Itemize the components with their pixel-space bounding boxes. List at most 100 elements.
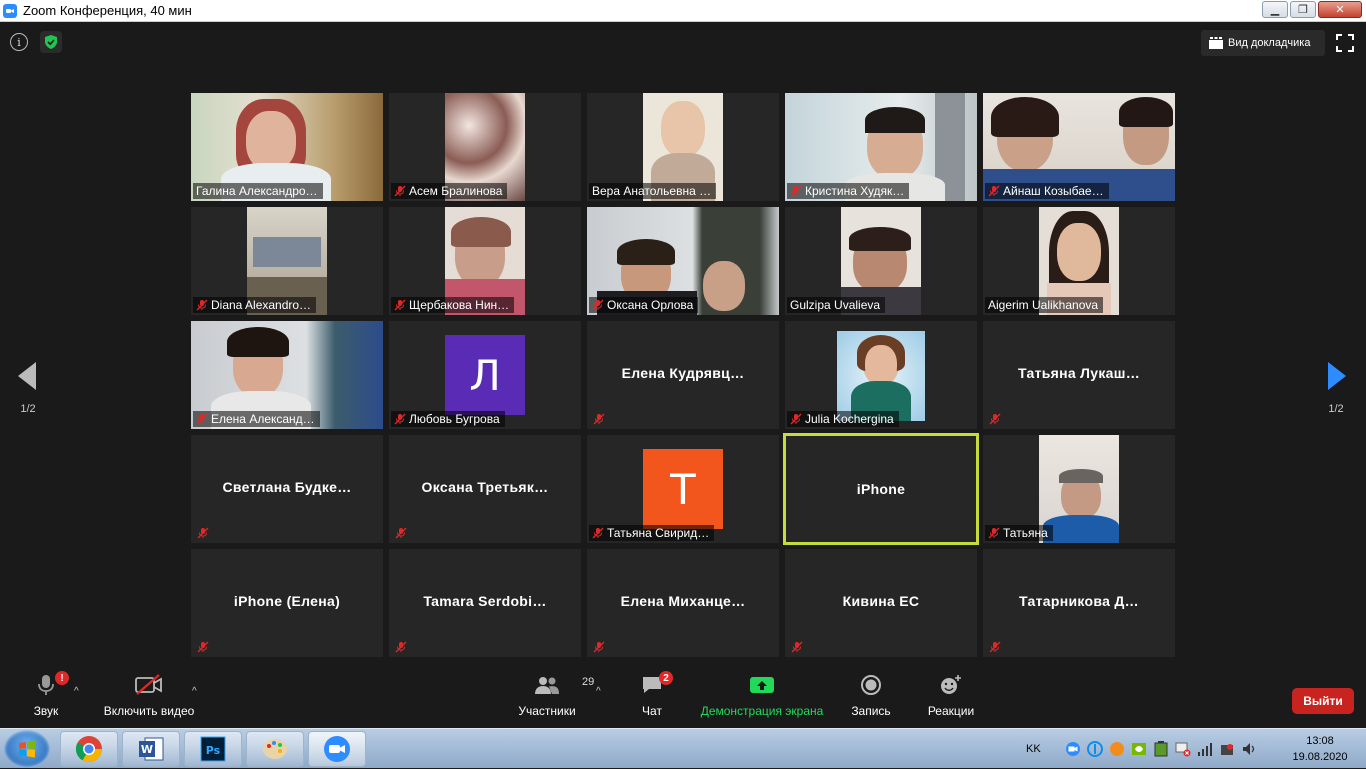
- speaker-view-icon: [1209, 37, 1223, 49]
- signal-tray-icon[interactable]: [1197, 741, 1213, 757]
- svg-text:W: W: [141, 743, 153, 756]
- taskbar-paint[interactable]: [246, 731, 304, 767]
- security-tray-icon[interactable]: [1219, 741, 1235, 757]
- audio-options-caret[interactable]: ^: [74, 686, 79, 697]
- chat-button[interactable]: 2 Чат: [636, 668, 673, 728]
- participant-name: Елена Миханце…: [620, 593, 746, 609]
- microphone-icon: [38, 675, 54, 695]
- participants-button[interactable]: 29 Участники: [516, 668, 594, 728]
- participant-tile[interactable]: Aigerim Ualikhanova: [983, 207, 1175, 315]
- participant-name: Tamara Serdobi…: [423, 593, 547, 609]
- audio-label: Звук: [33, 704, 59, 718]
- leave-meeting-button[interactable]: Выйти: [1292, 688, 1354, 714]
- participant-tile[interactable]: Л Любовь Бугрова: [389, 321, 581, 429]
- chrome-icon: [75, 736, 103, 763]
- participant-tile[interactable]: Елена Кудрявц…: [587, 321, 779, 429]
- battery-tray-icon[interactable]: [1153, 741, 1169, 757]
- participant-name: Вера Анатольевна …: [592, 184, 712, 198]
- active-speaker-tile[interactable]: iPhone: [783, 433, 979, 545]
- participant-name: Оксана Орлова: [607, 298, 694, 312]
- participant-tile[interactable]: Светлана Будке…: [191, 435, 383, 543]
- participant-tile[interactable]: Вера Анатольевна …: [587, 93, 779, 201]
- participant-tile[interactable]: Щербакова Нин…: [389, 207, 581, 315]
- mic-muted-icon: [394, 185, 406, 197]
- mic-muted-icon: [196, 413, 208, 425]
- mic-muted-icon: [791, 641, 803, 653]
- taskbar-word[interactable]: W: [122, 731, 180, 767]
- chat-label: Чат: [642, 704, 662, 718]
- audio-button[interactable]: ! Звук: [28, 668, 69, 728]
- participant-tile[interactable]: Татьяна Лукаш…: [983, 321, 1175, 429]
- participants-options-caret[interactable]: ^: [596, 686, 601, 697]
- participant-tile[interactable]: iPhone (Елена): [191, 549, 383, 657]
- participant-tile[interactable]: Татарникова Д…: [983, 549, 1175, 657]
- close-button[interactable]: ✕: [1318, 1, 1362, 18]
- mic-muted-icon: [593, 641, 605, 653]
- arrow-left-icon: [18, 362, 36, 390]
- speaker-view-button[interactable]: Вид докладчика: [1201, 30, 1325, 56]
- participant-tile[interactable]: Елена Миханце…: [587, 549, 779, 657]
- maximize-button[interactable]: ❐: [1290, 1, 1316, 18]
- chat-unread-badge: 2: [659, 671, 673, 685]
- participant-name: Татьяна Свирид…: [607, 526, 710, 540]
- participant-tile[interactable]: Gulzipa Uvalieva: [785, 207, 977, 315]
- share-screen-button[interactable]: Демонстрация экрана: [698, 668, 826, 728]
- taskbar-photoshop[interactable]: Ps: [184, 731, 242, 767]
- participant-tile[interactable]: Tamara Serdobi…: [389, 549, 581, 657]
- mic-muted-icon: [395, 527, 407, 539]
- participant-tile[interactable]: Julia Kochergina: [785, 321, 977, 429]
- mic-muted-icon: [197, 641, 209, 653]
- record-button[interactable]: Запись: [848, 668, 894, 728]
- participant-tile[interactable]: Оксана Третьяк…: [389, 435, 581, 543]
- volume-tray-icon[interactable]: [1241, 741, 1257, 757]
- mic-muted-icon: [394, 299, 406, 311]
- mic-muted-icon: [593, 413, 605, 425]
- system-clock[interactable]: 13:08 19.08.2020: [1280, 733, 1360, 765]
- participant-tile[interactable]: Кивина ЕС: [785, 549, 977, 657]
- mic-muted-icon: [988, 527, 1000, 539]
- record-label: Запись: [851, 704, 891, 718]
- participant-name: Оксана Третьяк…: [421, 479, 549, 495]
- start-video-button[interactable]: Включить видео: [100, 668, 198, 728]
- share-screen-label: Демонстрация экрана: [700, 704, 824, 718]
- participant-name: Татьяна: [1003, 526, 1048, 540]
- next-page-button[interactable]: 1/2: [1326, 362, 1346, 415]
- participant-tile[interactable]: Айнаш Козыбае…: [983, 93, 1175, 201]
- window-title: Zoom Конференция, 40 мин: [23, 3, 192, 18]
- share-screen-icon: [750, 677, 774, 693]
- participant-tile[interactable]: Галина Александро…: [191, 93, 383, 201]
- minimize-button[interactable]: ▁: [1262, 1, 1288, 18]
- participant-tile[interactable]: Diana Alexandro…: [191, 207, 383, 315]
- participant-tile[interactable]: Елена Александ…: [191, 321, 383, 429]
- word-icon: W: [139, 737, 164, 761]
- participants-count: 29: [582, 676, 595, 688]
- participant-tile[interactable]: Асем Бралинова: [389, 93, 581, 201]
- photoshop-icon: Ps: [200, 736, 226, 762]
- mic-muted-icon: [989, 413, 1001, 425]
- orange-app-tray-icon[interactable]: [1109, 741, 1125, 757]
- record-icon: [861, 675, 881, 695]
- mic-muted-icon: [989, 641, 1001, 653]
- meeting-info-icon[interactable]: i: [10, 33, 28, 51]
- language-indicator[interactable]: KK: [1026, 743, 1041, 755]
- participant-name: Елена Александ…: [211, 412, 315, 426]
- participant-tile[interactable]: Оксана Орлова: [587, 207, 779, 315]
- participant-name: Aigerim Ualikhanova: [988, 298, 1099, 312]
- participant-tile[interactable]: Татьяна: [983, 435, 1175, 543]
- fullscreen-icon[interactable]: [1336, 34, 1354, 52]
- participant-tile[interactable]: Т Татьяна Свирид…: [587, 435, 779, 543]
- network-error-tray-icon[interactable]: [1175, 741, 1191, 757]
- encryption-shield-icon[interactable]: [40, 31, 62, 53]
- video-off-icon: [135, 674, 162, 695]
- start-button[interactable]: [4, 730, 50, 768]
- taskbar-chrome[interactable]: [60, 731, 118, 767]
- reactions-button[interactable]: Реакции: [924, 668, 978, 728]
- video-options-caret[interactable]: ^: [192, 686, 197, 697]
- nvidia-tray-icon[interactable]: [1131, 741, 1147, 757]
- participant-tile[interactable]: Кристина Худяк…: [785, 93, 977, 201]
- prev-page-button[interactable]: 1/2: [18, 362, 38, 415]
- zoom-tray-icon[interactable]: [1065, 741, 1081, 757]
- mic-muted-icon: [592, 527, 604, 539]
- teamviewer-tray-icon[interactable]: [1086, 741, 1103, 757]
- taskbar-zoom[interactable]: [308, 731, 366, 767]
